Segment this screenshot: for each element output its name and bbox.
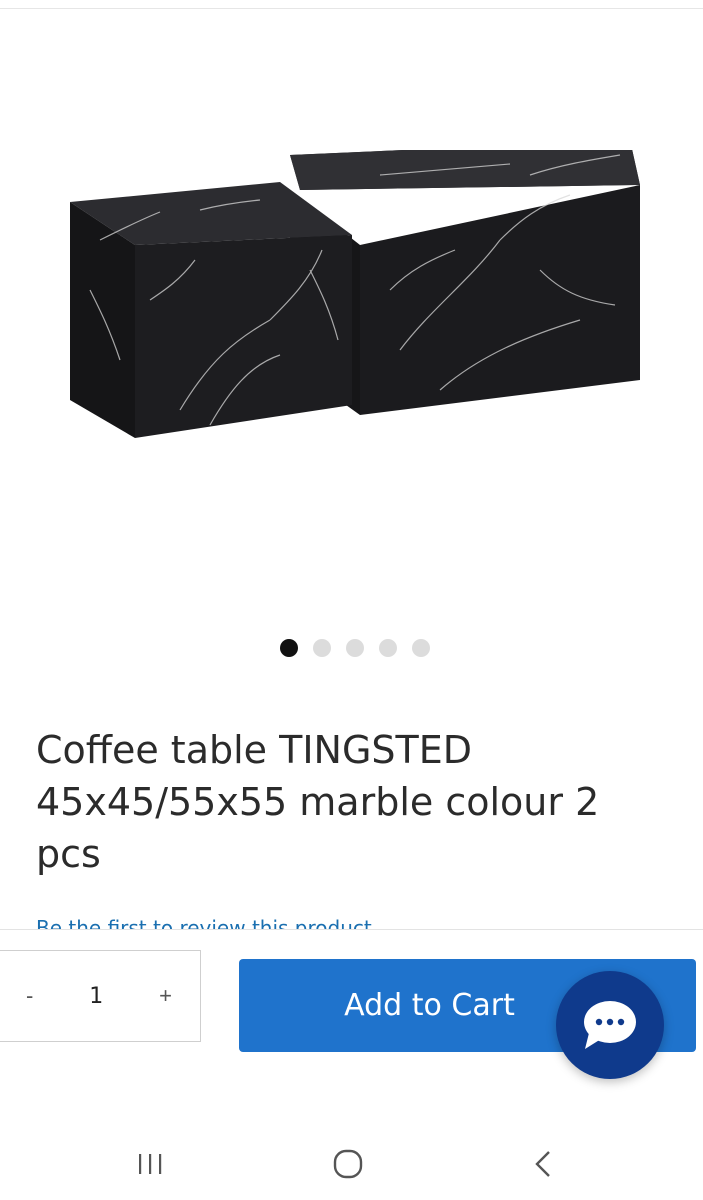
carousel-dot-2[interactable]	[313, 639, 331, 657]
carousel-dot-3[interactable]	[346, 639, 364, 657]
carousel-dot-4[interactable]	[379, 639, 397, 657]
carousel-dot-5[interactable]	[412, 639, 430, 657]
review-prompt-link[interactable]: Be the first to review this product	[36, 916, 676, 930]
add-to-cart-label: Add to Cart	[344, 988, 515, 1023]
image-carousel-dots	[280, 639, 430, 657]
recent-apps-button[interactable]	[110, 1128, 190, 1200]
home-icon	[333, 1149, 363, 1179]
back-button[interactable]	[504, 1128, 584, 1200]
carousel-dot-1[interactable]	[280, 639, 298, 657]
chat-button[interactable]	[556, 971, 664, 1079]
product-image[interactable]	[60, 150, 650, 450]
quantity-value[interactable]: 1	[89, 984, 103, 1009]
chat-bubble-icon	[584, 1001, 636, 1049]
increment-button[interactable]: +	[159, 983, 172, 1009]
product-title: Coffee table TINGSTED 45x45/55x55 marble…	[36, 728, 600, 876]
android-navigation-bar	[0, 1128, 703, 1200]
top-divider	[0, 8, 703, 9]
back-icon	[535, 1151, 550, 1177]
quantity-stepper: - 1 +	[0, 950, 201, 1042]
home-button[interactable]	[308, 1128, 388, 1200]
decrement-button[interactable]: -	[26, 983, 33, 1009]
recent-apps-icon	[139, 1154, 162, 1174]
